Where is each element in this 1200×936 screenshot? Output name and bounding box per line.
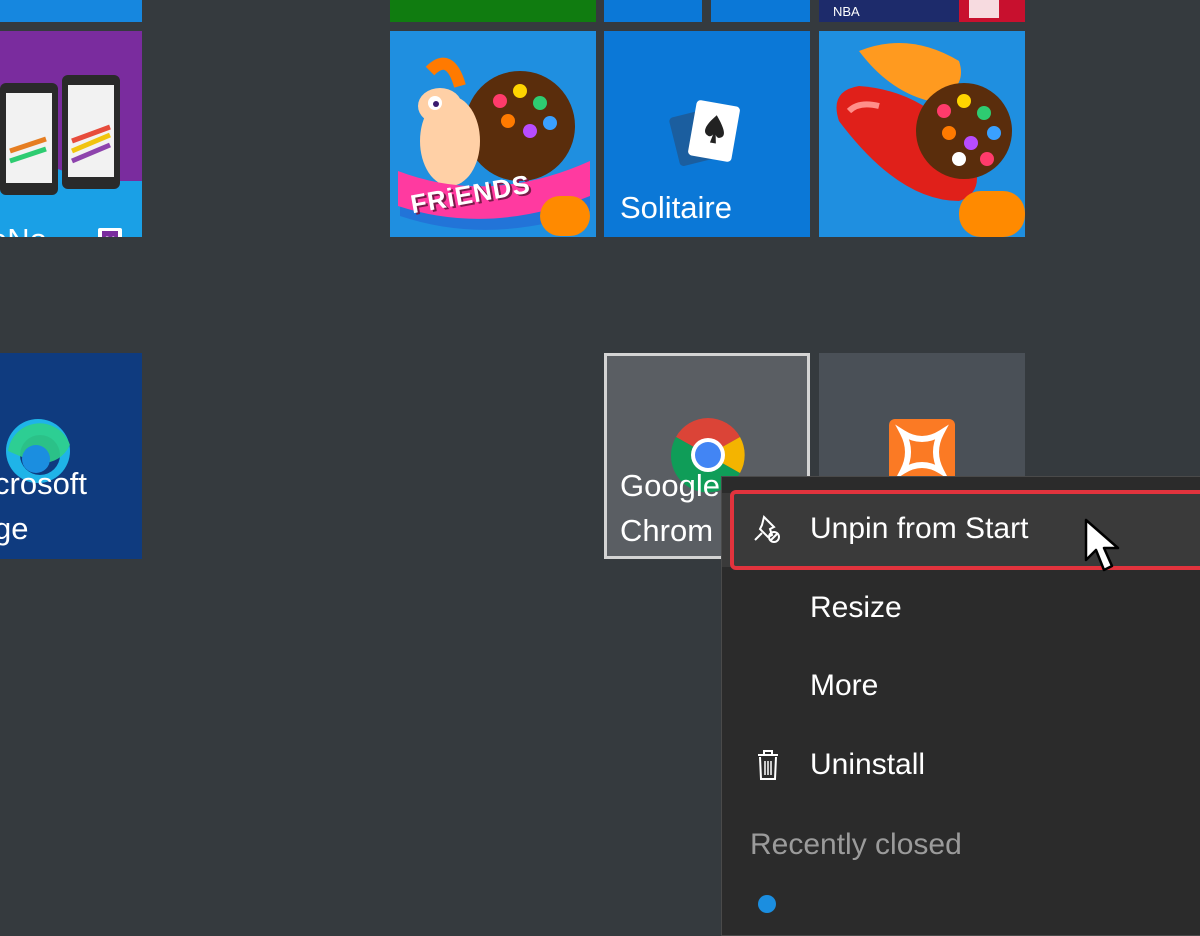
- chrome-tile-label-line1: Google: [620, 468, 720, 503]
- candy-crush-art: [836, 43, 1025, 237]
- onenote-badge-icon: N: [98, 228, 122, 237]
- nba-tile-label: NBA: [833, 4, 860, 19]
- partial-tile-top-blue-1[interactable]: [604, 0, 702, 22]
- xbox-tile-label: Xbox Conn: [406, 0, 559, 12]
- recent-item-icon: [758, 895, 776, 913]
- menu-item-unpin-from-start[interactable]: Unpin from Start: [722, 493, 1200, 567]
- menu-item-uninstall[interactable]: Uninstall: [722, 729, 1200, 803]
- solitaire-tile-label: Solitaire: [620, 190, 732, 225]
- candy-crush-tile[interactable]: [819, 31, 1025, 237]
- menu-item-resize[interactable]: Resize: [722, 572, 1200, 646]
- nba-tile-art: NBA: [833, 0, 1025, 22]
- trash-icon: [758, 750, 778, 780]
- onenote-tile-label: eNo...: [0, 217, 73, 237]
- recently-closed-header: Recently closed: [750, 828, 962, 861]
- tile-context-menu: Unpin from Start Resize More Uninstall R…: [721, 476, 1200, 936]
- menu-item-label: Uninstall: [810, 748, 926, 781]
- solitaire-tile[interactable]: Solitaire: [604, 31, 810, 237]
- partial-tile-top-blue-2[interactable]: [711, 0, 810, 22]
- chrome-tile-label-line2: Chrom: [620, 513, 714, 548]
- onenote-tile-art: [0, 75, 142, 237]
- unpin-icon: [754, 515, 780, 543]
- menu-item-label: Resize: [810, 591, 902, 624]
- edge-tile-label-line1: crosoft: [0, 466, 88, 501]
- xbox-console-tile[interactable]: Xbox Conn: [390, 0, 596, 22]
- menu-item-label: More: [810, 669, 879, 702]
- mouse-cursor-icon: [1084, 518, 1120, 572]
- edge-tile-label-line2: ge: [0, 511, 29, 546]
- candy-crush-friends-tile[interactable]: FRiENDS: [390, 31, 596, 237]
- onenote-tile[interactable]: eNo... N: [0, 31, 142, 237]
- menu-item-more[interactable]: More: [722, 650, 1200, 724]
- menu-item-label: Unpin from Start: [810, 512, 1029, 545]
- nba-tile[interactable]: NBA: [819, 0, 1025, 22]
- microsoft-edge-tile[interactable]: crosoft ge: [0, 353, 142, 559]
- partial-tile-top-left[interactable]: [0, 0, 142, 22]
